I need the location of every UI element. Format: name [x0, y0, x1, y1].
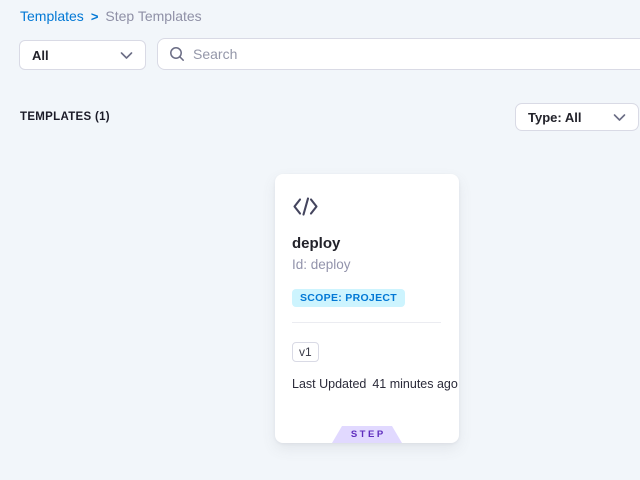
breadcrumb-current: Step Templates [105, 8, 201, 24]
chevron-down-icon [120, 51, 133, 60]
version-chip: v1 [292, 342, 319, 362]
code-icon [292, 197, 319, 221]
step-type-badge: STEP [332, 426, 402, 443]
scope-filter-select[interactable]: All [19, 40, 146, 70]
scope-filter-value: All [32, 48, 49, 63]
step-templates-page: Templates > Step Templates All TEMPLATES (… [0, 0, 640, 480]
breadcrumb-link-templates[interactable]: Templates [20, 8, 84, 24]
template-card[interactable]: deploy Id: deploy SCOPE: PROJECT v1 Last… [275, 174, 459, 443]
search-icon [169, 46, 185, 62]
breadcrumb-separator-icon: > [91, 9, 99, 24]
breadcrumb: Templates > Step Templates [20, 6, 202, 27]
template-name: deploy [292, 235, 340, 252]
last-updated-value: 41 minutes ago [372, 377, 457, 391]
last-updated-label: Last Updated [292, 377, 366, 391]
search-input[interactable] [193, 46, 637, 62]
type-filter-value: Type: All [528, 110, 581, 125]
scope-badge: SCOPE: PROJECT [292, 289, 405, 307]
last-updated-row: Last Updated 41 minutes ago [292, 377, 458, 391]
type-filter-select[interactable]: Type: All [515, 103, 639, 131]
chevron-down-icon [613, 113, 626, 122]
templates-count-label: TEMPLATES (1) [20, 111, 110, 123]
template-id: Id: deploy [292, 257, 351, 272]
card-divider [292, 322, 441, 323]
search-box [157, 38, 640, 70]
